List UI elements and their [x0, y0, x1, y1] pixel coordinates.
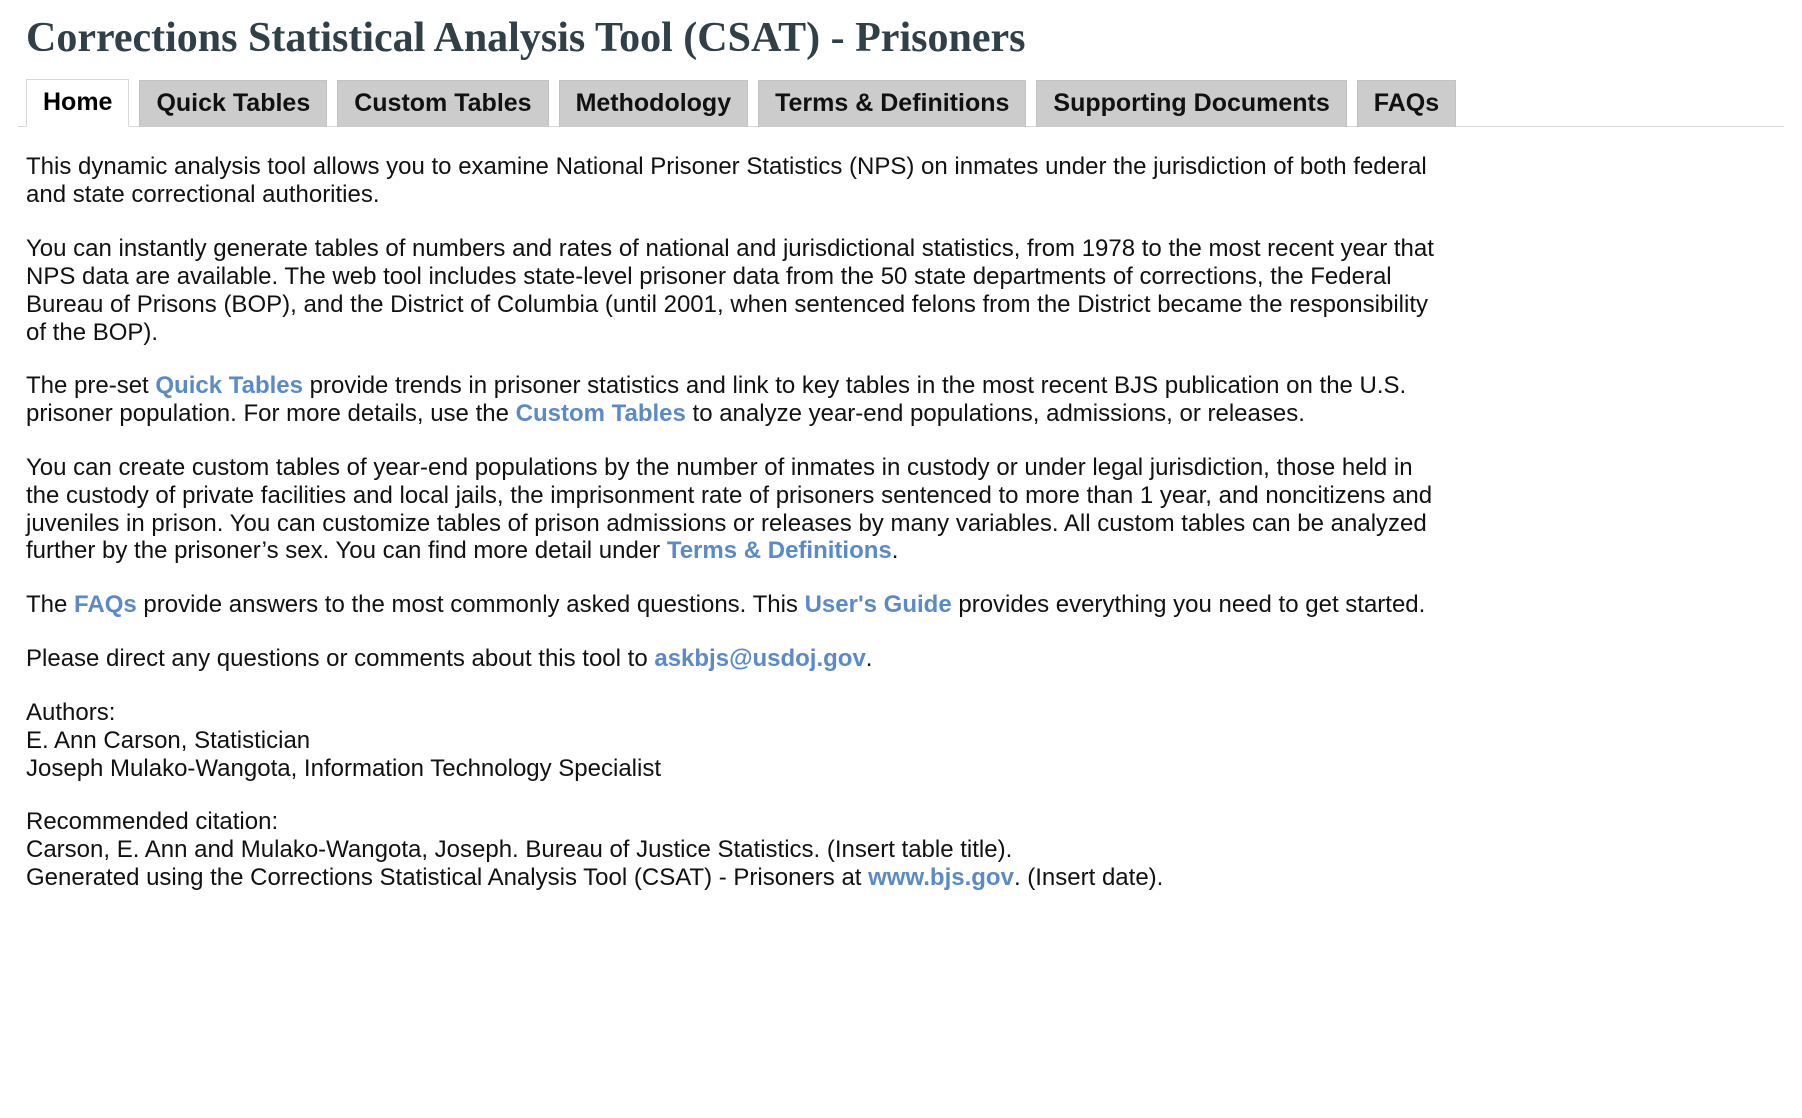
- intro-paragraph-5-text-a: The: [26, 591, 75, 619]
- citation-line-1: Carson, E. Ann and Mulako-Wangota, Josep…: [26, 836, 1013, 864]
- citation-heading: Recommended citation:: [26, 808, 279, 836]
- contact-paragraph-text-a: Please direct any questions or comments …: [26, 645, 655, 673]
- tab-terms-definitions[interactable]: Terms & Definitions: [758, 80, 1027, 128]
- tab-quick-tables[interactable]: Quick Tables: [139, 80, 328, 128]
- author-line-1: E. Ann Carson, Statistician: [26, 726, 311, 754]
- tab-custom-tables-label: Custom Tables: [354, 89, 532, 118]
- page-root: Corrections Statistical Analysis Tool (C…: [0, 15, 1802, 892]
- intro-paragraph-4-text-b: .: [891, 537, 899, 565]
- tab-faqs[interactable]: FAQs: [1356, 80, 1457, 128]
- link-faqs[interactable]: FAQs: [74, 591, 137, 618]
- intro-paragraph-3: The pre-set Quick Tables provide trends …: [26, 372, 1446, 428]
- tab-supporting-documents-label: Supporting Documents: [1053, 89, 1330, 118]
- tab-home[interactable]: Home: [26, 79, 130, 128]
- citation-block: Recommended citation: Carson, E. Ann and…: [26, 808, 1446, 891]
- link-terms-definitions[interactable]: Terms & Definitions: [667, 537, 892, 564]
- intro-paragraph-4: You can create custom tables of year-end…: [26, 454, 1446, 565]
- tab-terms-definitions-label: Terms & Definitions: [775, 89, 1010, 118]
- authors-heading: Authors:: [26, 698, 116, 726]
- link-users-guide[interactable]: User's Guide: [805, 591, 952, 618]
- intro-paragraph-3-text-a: The pre-set: [26, 372, 156, 400]
- link-quick-tables[interactable]: Quick Tables: [155, 372, 303, 399]
- link-custom-tables[interactable]: Custom Tables: [516, 400, 686, 427]
- tab-home-label: Home: [43, 88, 113, 117]
- link-email-askbjs[interactable]: askbjs@usdoj.gov: [654, 645, 865, 672]
- tab-methodology-label: Methodology: [575, 89, 732, 118]
- author-line-2: Joseph Mulako-Wangota, Information Techn…: [26, 754, 662, 782]
- authors-block: Authors: E. Ann Carson, Statistician Jos…: [26, 699, 1446, 782]
- page-title: Corrections Statistical Analysis Tool (C…: [26, 15, 1026, 61]
- contact-paragraph: Please direct any questions or comments …: [26, 645, 1446, 673]
- intro-paragraph-1: This dynamic analysis tool allows you to…: [26, 153, 1446, 209]
- intro-paragraph-3-text-c: to analyze year-end populations, admissi…: [685, 400, 1305, 428]
- tab-supporting-documents[interactable]: Supporting Documents: [1036, 80, 1347, 128]
- tab-quick-tables-label: Quick Tables: [156, 89, 311, 118]
- tab-custom-tables[interactable]: Custom Tables: [337, 80, 549, 128]
- intro-paragraph-5-text-b: provide answers to the most commonly ask…: [136, 591, 805, 619]
- intro-paragraph-2-text: You can instantly generate tables of num…: [26, 235, 1434, 346]
- tab-methodology[interactable]: Methodology: [558, 80, 749, 128]
- citation-line-2: Generated using the Corrections Statisti…: [26, 864, 1446, 892]
- citation-line-2-text-a: Generated using the Corrections Statisti…: [26, 864, 869, 892]
- intro-paragraph-2: You can instantly generate tables of num…: [26, 235, 1446, 346]
- intro-paragraph-5: The FAQs provide answers to the most com…: [26, 591, 1446, 619]
- contact-paragraph-text-b: .: [865, 645, 873, 673]
- citation-line-2-text-b: . (Insert date).: [1013, 864, 1164, 892]
- tab-faqs-label: FAQs: [1373, 89, 1440, 118]
- link-bjs-website[interactable]: www.bjs.gov: [868, 864, 1014, 891]
- intro-paragraph-1-text: This dynamic analysis tool allows you to…: [26, 153, 1427, 209]
- intro-paragraph-5-text-c: provides everything you need to get star…: [951, 591, 1426, 619]
- home-content: This dynamic analysis tool allows you to…: [18, 153, 1446, 892]
- main-tab-bar: Home Quick Tables Custom Tables Methodol…: [18, 79, 1784, 128]
